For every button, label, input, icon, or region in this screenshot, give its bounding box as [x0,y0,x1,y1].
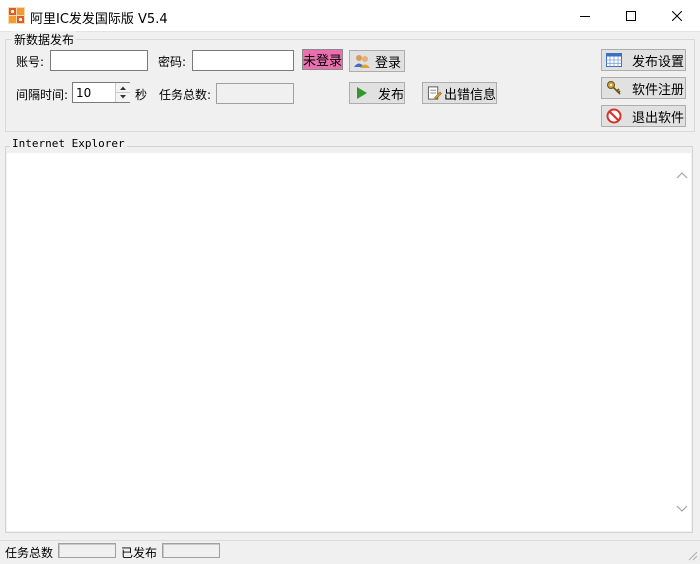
calendar-grid-icon [606,53,622,67]
interval-label: 间隔时间: [16,88,69,102]
resize-grip-icon[interactable] [686,549,698,561]
maximize-button[interactable] [608,0,654,31]
close-icon [672,10,682,21]
status-published-value [162,543,220,558]
up-down-arrows-icon [116,86,130,99]
error-info-button[interactable]: 出错信息 [422,82,497,104]
maximize-icon [626,10,636,21]
status-task-total-label: 任务总数 [5,546,54,560]
publish-settings-label: 发布设置 [632,54,685,70]
window-title: 阿里IC发发国际版 V5.4 [30,12,168,27]
chevron-down-icon [676,505,687,512]
password-input[interactable] [192,50,294,71]
document-edit-icon [427,86,442,100]
publish-button[interactable]: 发布 [349,82,405,104]
browser-group-label: Internet Explorer [10,137,127,150]
browser-scrollbar[interactable] [672,153,691,531]
scroll-up-button[interactable] [672,167,691,183]
publish-settings-button[interactable]: 发布设置 [601,49,686,71]
software-register-button[interactable]: 软件注册 [601,77,686,99]
task-total-label: 任务总数: [159,88,212,102]
password-label: 密码: [158,55,187,69]
app-logo-icon [8,7,25,24]
interval-stepper[interactable]: 10 [72,82,130,103]
exit-software-button[interactable]: 退出软件 [601,105,686,127]
login-button[interactable]: 登录 [349,50,405,72]
minimize-icon [580,15,590,17]
statusbar-divider [0,540,700,541]
publish-group-label: 新数据发布 [12,31,77,48]
interval-unit: 秒 [135,88,148,102]
close-button[interactable] [654,0,700,31]
software-register-label: 软件注册 [632,82,685,98]
chevron-up-icon [676,172,687,179]
account-input[interactable] [50,50,148,71]
key-icon [607,81,621,95]
users-icon [354,55,370,68]
no-entry-icon [606,108,622,124]
browser-view[interactable] [7,153,691,531]
stepper-buttons[interactable] [115,83,130,102]
task-total-field [216,83,294,104]
status-published-label: 已发布 [121,546,158,560]
error-info-button-label: 出错信息 [443,87,496,103]
account-label: 账号: [16,55,45,69]
status-task-total-value [58,543,116,558]
scroll-down-button[interactable] [672,501,691,517]
minimize-button[interactable] [562,0,608,31]
play-arrow-icon [356,87,367,99]
title-bar: 阿里IC发发国际版 V5.4 [0,0,700,32]
publish-button-label: 发布 [377,87,404,103]
interval-value: 10 [76,85,92,100]
exit-software-label: 退出软件 [632,110,685,126]
login-button-label: 登录 [375,55,402,71]
login-status-badge: 未登录 [302,49,343,70]
